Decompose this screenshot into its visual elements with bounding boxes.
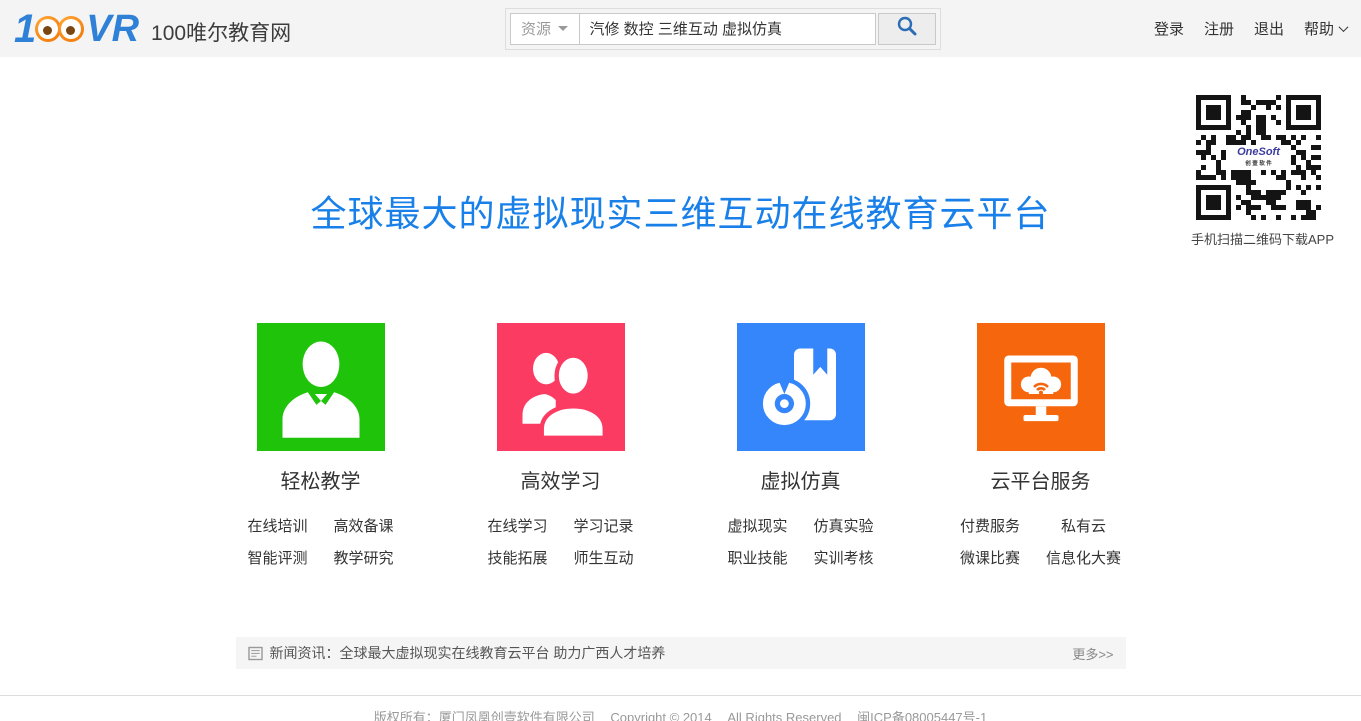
tile-title: 轻松教学 [281, 465, 361, 494]
logo-100vr: 1 VR [14, 11, 139, 47]
link-virtual-reality[interactable]: 虚拟现实 [727, 516, 787, 538]
link-online-training[interactable]: 在线培训 [247, 516, 307, 538]
logo-vr-text: VR [86, 12, 139, 46]
link-lesson-prep[interactable]: 高效备课 [334, 516, 394, 538]
site-name: 100唯尔教育网 [151, 17, 291, 47]
nav-login[interactable]: 登录 [1154, 18, 1184, 39]
search-category-dropdown[interactable]: 资源 [510, 13, 580, 45]
news-label: 新闻资讯： [270, 643, 340, 663]
search-icon [896, 15, 918, 42]
chevron-down-icon [558, 26, 568, 31]
search-category-label: 资源 [521, 18, 551, 39]
feature-cloud: 云平台服务 付费服务 私有云 微课比赛 信息化大赛 [921, 323, 1161, 570]
nav-help[interactable]: 帮助 [1304, 18, 1347, 39]
svg-text:OneSoft: OneSoft [1237, 146, 1281, 158]
search-input[interactable] [580, 13, 876, 45]
link-learning-records[interactable]: 学习记录 [574, 516, 634, 538]
top-header: 1 VR 100唯尔教育网 资源 登录 注册 退出 帮助 [0, 0, 1361, 57]
tile-links: 付费服务 私有云 微课比赛 信息化大赛 [960, 516, 1121, 570]
main-content: OneSoft创 壹 软 件 手机扫描二维码下载APP 全球最大的虚拟现实三维互… [0, 57, 1361, 721]
students-icon [505, 331, 617, 443]
cloud-monitor-icon [985, 331, 1097, 443]
teacher-icon [265, 331, 377, 443]
chevron-down-icon [1339, 22, 1349, 32]
tile-easy-teaching[interactable] [257, 323, 385, 451]
link-online-learning[interactable]: 在线学习 [487, 516, 547, 538]
footer-rights: All Rights Reserved [727, 710, 841, 721]
tile-links: 虚拟现实 仿真实验 职业技能 实训考核 [727, 516, 873, 570]
news-more-link[interactable]: 更多>> [1072, 644, 1113, 663]
svg-text:创 壹 软 件: 创 壹 软 件 [1244, 159, 1272, 167]
logo-eye-icon [58, 16, 84, 42]
footer-icp: 闽ICP备08005447号-1 [857, 710, 987, 721]
news-headline[interactable]: 全球最大虚拟现实在线教育云平台 助力广西人才培养 [340, 643, 666, 663]
footer-copyright-year: Copyright © 2014 [610, 710, 711, 721]
tile-links: 在线培训 高效备课 智能评测 教学研究 [247, 516, 393, 570]
site-logo[interactable]: 1 VR 100唯尔教育网 [14, 11, 291, 47]
search-bar: 资源 [505, 8, 941, 50]
link-simulation-experiment[interactable]: 仿真实验 [814, 516, 874, 538]
news-bar: 新闻资讯： 全球最大虚拟现实在线教育云平台 助力广西人才培养 更多>> [236, 637, 1126, 669]
tile-virtual-simulation[interactable] [737, 323, 865, 451]
footer-copyright: 版权所有：厦门凤凰创壹软件有限公司 Copyright © 2014 All R… [0, 707, 1361, 721]
feature-learning: 高效学习 在线学习 学习记录 技能拓展 师生互动 [441, 323, 681, 570]
book-disc-icon [745, 331, 857, 443]
link-teaching-research[interactable]: 教学研究 [334, 548, 394, 570]
top-nav: 登录 注册 退出 帮助 [1154, 18, 1347, 39]
nav-logout[interactable]: 退出 [1254, 18, 1284, 39]
logo-digit-1: 1 [14, 11, 34, 47]
page-title: 全球最大的虚拟现实三维互动在线教育云平台 [0, 57, 1361, 237]
footer-owner: 版权所有：厦门凤凰创壹软件有限公司 [374, 710, 595, 721]
feature-tiles: 轻松教学 在线培训 高效备课 智能评测 教学研究 高效学习 在线学习 [201, 323, 1161, 570]
qr-code-block: OneSoft创 壹 软 件 手机扫描二维码下载APP [1191, 95, 1325, 248]
link-vocational-skills[interactable]: 职业技能 [727, 548, 787, 570]
feature-simulation: 虚拟仿真 虚拟现实 仿真实验 职业技能 实训考核 [681, 323, 921, 570]
nav-register[interactable]: 注册 [1204, 18, 1234, 39]
link-paid-services[interactable]: 付费服务 [960, 516, 1020, 538]
tile-efficient-learning[interactable] [497, 323, 625, 451]
link-training-assessment[interactable]: 实训考核 [814, 548, 874, 570]
link-smart-assessment[interactable]: 智能评测 [247, 548, 307, 570]
newspaper-icon [248, 646, 263, 661]
qr-caption: 手机扫描二维码下载APP [1191, 229, 1325, 248]
search-button[interactable] [878, 13, 936, 45]
tile-cloud-platform[interactable] [977, 323, 1105, 451]
footer-divider [0, 695, 1361, 696]
nav-help-label: 帮助 [1304, 18, 1334, 39]
link-teacher-student-interaction[interactable]: 师生互动 [574, 548, 634, 570]
tile-title: 高效学习 [521, 465, 601, 494]
feature-teaching: 轻松教学 在线培训 高效备课 智能评测 教学研究 [201, 323, 441, 570]
link-informatization-contest[interactable]: 信息化大赛 [1046, 548, 1121, 570]
tile-title: 云平台服务 [991, 465, 1091, 494]
tile-links: 在线学习 学习记录 技能拓展 师生互动 [487, 516, 633, 570]
link-microcourse-contest[interactable]: 微课比赛 [960, 548, 1020, 570]
tile-title: 虚拟仿真 [761, 465, 841, 494]
qr-code-image: OneSoft创 壹 软 件 [1196, 95, 1321, 220]
link-private-cloud[interactable]: 私有云 [1046, 516, 1121, 538]
link-skill-expansion[interactable]: 技能拓展 [487, 548, 547, 570]
